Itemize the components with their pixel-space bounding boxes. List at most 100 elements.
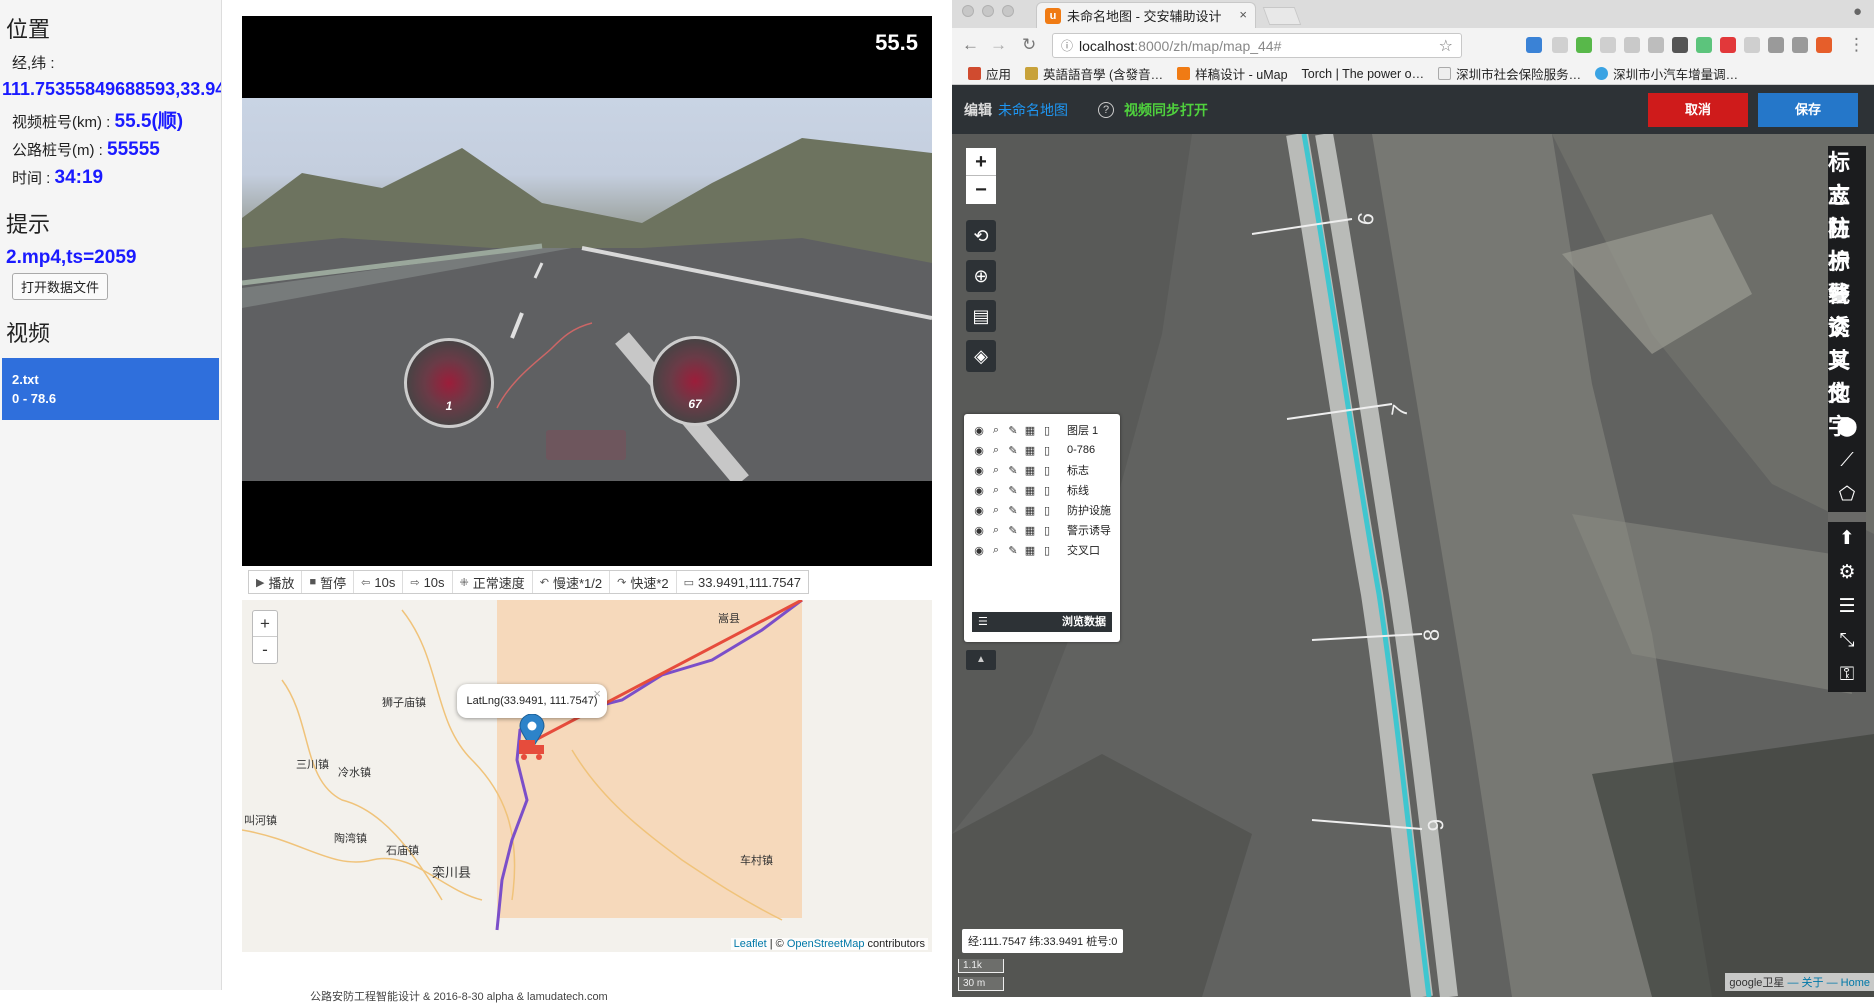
eye-icon[interactable]: ◉ — [972, 524, 986, 537]
tool-protection[interactable]: 防护 — [1828, 212, 1866, 274]
zoom-to-icon[interactable]: ⌕ — [989, 464, 1003, 477]
table-icon[interactable]: ▦ — [1023, 524, 1037, 537]
tool-marking[interactable]: 标线 — [1828, 245, 1866, 307]
extension-icon[interactable] — [1552, 37, 1568, 53]
marker-icon[interactable]: ⬤ — [1836, 410, 1857, 444]
fast-speed-button[interactable]: ↷ 快速*2 — [610, 571, 677, 593]
camera-icon[interactable] — [1672, 37, 1688, 53]
database-icon[interactable]: ☰ — [1838, 590, 1855, 624]
trash-icon[interactable]: ▯ — [1040, 524, 1054, 537]
layer-row[interactable]: ◉ ⌕ ✎ ▦ ▯ 0-786 — [964, 440, 1120, 460]
extension-icon[interactable] — [1624, 37, 1640, 53]
measure-icon[interactable]: ▤ — [966, 300, 996, 332]
bookmark-item[interactable]: 英語語音學 (含發音… — [1025, 64, 1163, 83]
zoom-to-icon[interactable]: ⌕ — [989, 484, 1003, 497]
bookmark-star-icon[interactable]: ☆ — [1439, 36, 1453, 56]
mini-zoom-out-button[interactable]: - — [253, 637, 277, 663]
trash-icon[interactable]: ▯ — [1040, 544, 1054, 557]
extension-icon[interactable] — [1696, 37, 1712, 53]
extension-icon[interactable] — [1648, 37, 1664, 53]
tool-warning[interactable]: 警诱 — [1828, 278, 1866, 340]
tool-text[interactable]: 文字 — [1828, 377, 1866, 439]
satellite-map[interactable]: 6 7 8 9 + − ⟲ ⊕ ▤ ◈ ◉ ⌕ ✎ ▦ ▯ 图层 1 ◉ ⌕ ✎ ▦ ▯ 0-786… — [952, 134, 1874, 997]
trash-icon[interactable]: ▯ — [1040, 464, 1054, 477]
zoom-to-icon[interactable]: ⌕ — [989, 504, 1003, 517]
video-sync-link[interactable]: 视频同步打开 — [1124, 100, 1208, 120]
video-list-item[interactable]: 2.txt 0 - 78.6 — [2, 358, 219, 420]
layers-icon[interactable]: ◈ — [966, 340, 996, 372]
collapse-panel-button[interactable]: ▲ — [966, 650, 996, 670]
tool-sign[interactable]: 标志 — [1828, 146, 1866, 208]
table-icon[interactable]: ▦ — [1023, 544, 1037, 557]
edit-icon[interactable]: ✎ — [1006, 444, 1020, 457]
forward-10s-button[interactable]: ⇨ 10s — [403, 571, 453, 593]
extension-icon[interactable] — [1768, 37, 1784, 53]
tool-intersection[interactable]: 交叉 — [1828, 311, 1866, 373]
address-bar[interactable]: ⓘ localhost:8000/zh/map/map_44# ☆ — [1052, 33, 1462, 58]
zoom-to-icon[interactable]: ⌕ — [989, 544, 1003, 557]
tool-other[interactable]: 其他 — [1828, 344, 1866, 406]
upload-icon[interactable]: ⬆ — [1839, 522, 1855, 556]
trash-icon[interactable]: ▯ — [1040, 484, 1054, 497]
eye-icon[interactable]: ◉ — [972, 544, 986, 557]
help-icon[interactable]: ? — [1098, 101, 1114, 118]
eye-icon[interactable]: ◉ — [972, 484, 986, 497]
extension-icon[interactable] — [1526, 37, 1542, 53]
edit-icon[interactable]: ✎ — [1006, 424, 1020, 437]
layer-row[interactable]: ◉ ⌕ ✎ ▦ ▯ 标志 — [964, 460, 1120, 480]
tab-close-button[interactable]: × — [1239, 7, 1247, 22]
trash-icon[interactable]: ▯ — [1040, 424, 1054, 437]
trash-icon[interactable]: ▯ — [1040, 504, 1054, 517]
tab-active[interactable]: u 未命名地图 - 交安辅助设计 × — [1036, 2, 1256, 28]
gear-icon[interactable]: ⚙ — [1838, 556, 1855, 590]
eye-icon[interactable]: ◉ — [972, 424, 986, 437]
layer-row[interactable]: ◉ ⌕ ✎ ▦ ▯ 交叉口 — [964, 540, 1120, 560]
layer-row[interactable]: ◉ ⌕ ✎ ▦ ▯ 标线 — [964, 480, 1120, 500]
zoom-in-button[interactable]: + — [966, 148, 996, 176]
osm-link[interactable]: OpenStreetMap — [787, 938, 865, 950]
bookmark-item[interactable]: 深圳市小汽车增量调… — [1595, 64, 1738, 83]
menu-icon[interactable]: ⋮ — [1848, 35, 1865, 55]
cancel-button[interactable]: 取消 — [1648, 93, 1748, 127]
new-tab-button[interactable] — [1262, 7, 1302, 25]
zoom-to-icon[interactable]: ⌕ — [989, 524, 1003, 537]
attribution-links[interactable]: — 关于 — Home — [1784, 977, 1870, 989]
normal-speed-button[interactable]: ⁜ 正常速度 — [453, 571, 533, 593]
open-data-file-button[interactable]: 打开数据文件 — [12, 273, 109, 300]
coords-button[interactable]: ▭ 33.9491,111.7547 — [677, 571, 808, 593]
save-button[interactable]: 保存 — [1758, 93, 1858, 127]
table-icon[interactable]: ▦ — [1023, 424, 1037, 437]
locate-icon[interactable]: ⊕ — [966, 260, 996, 292]
eye-icon[interactable]: ◉ — [972, 504, 986, 517]
bookmark-item[interactable]: 深圳市社会保险服务… — [1438, 64, 1581, 83]
eye-icon[interactable]: ◉ — [972, 444, 986, 457]
pause-button[interactable]: ■ 暂停 — [302, 571, 355, 593]
polyline-icon[interactable]: ⟋ — [1840, 444, 1853, 478]
table-icon[interactable]: ▦ — [1023, 444, 1037, 457]
extension-icon[interactable] — [1744, 37, 1760, 53]
bookmark-item[interactable]: 样稿设计 - uMap — [1177, 64, 1288, 83]
compress-icon[interactable]: ⤡ — [1839, 624, 1854, 658]
zoom-out-button[interactable]: − — [966, 176, 996, 204]
popup-close-button[interactable]: × — [593, 686, 601, 701]
close-window-button[interactable] — [962, 5, 974, 17]
layer-row[interactable]: ◉ ⌕ ✎ ▦ ▯ 警示诱导 — [964, 520, 1120, 540]
extension-icon[interactable] — [1792, 37, 1808, 53]
edit-icon[interactable]: ✎ — [1006, 544, 1020, 557]
browse-data-button[interactable]: ☰ 浏览数据 — [972, 612, 1112, 632]
eye-icon[interactable]: ◉ — [972, 464, 986, 477]
forward-arrow-icon[interactable]: → — [990, 35, 1007, 55]
edit-icon[interactable]: ✎ — [1006, 464, 1020, 477]
trash-icon[interactable]: ▯ — [1040, 444, 1054, 457]
tool-pole[interactable]: 立柱 — [1828, 179, 1866, 241]
table-icon[interactable]: ▦ — [1023, 504, 1037, 517]
table-icon[interactable]: ▦ — [1023, 464, 1037, 477]
extension-icon[interactable] — [1720, 37, 1736, 53]
slow-speed-button[interactable]: ↶ 慢速*1/2 — [533, 571, 611, 593]
extension-icon[interactable] — [1600, 37, 1616, 53]
bookmark-item[interactable]: Torch | The power o… — [1302, 67, 1425, 81]
table-icon[interactable]: ▦ — [1023, 484, 1037, 497]
edit-icon[interactable]: ✎ — [1006, 504, 1020, 517]
play-button[interactable]: ▶ 播放 — [249, 571, 303, 593]
zoom-to-icon[interactable]: ⌕ — [989, 424, 1003, 437]
